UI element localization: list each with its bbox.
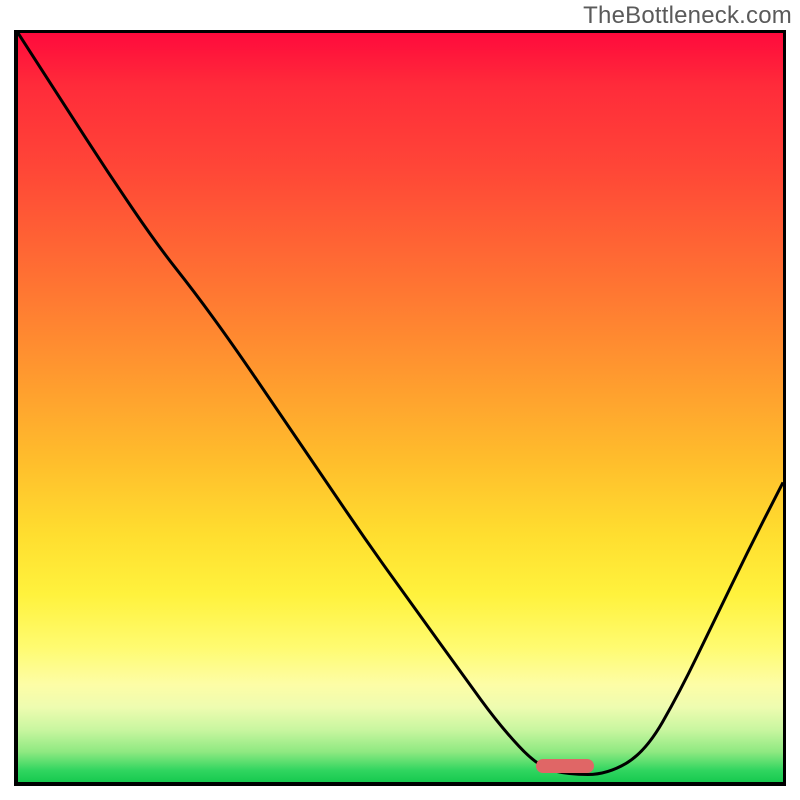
plot-area bbox=[14, 30, 786, 786]
chart-container: TheBottleneck.com bbox=[0, 0, 800, 800]
bottleneck-curve bbox=[18, 33, 783, 782]
watermark-text: TheBottleneck.com bbox=[583, 2, 792, 30]
optimal-marker bbox=[536, 759, 594, 773]
